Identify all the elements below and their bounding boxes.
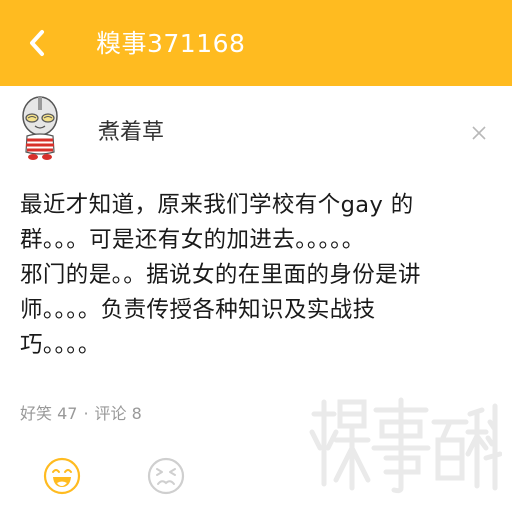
frowning-face-icon [147,457,185,495]
stats-separator: · [83,404,89,423]
watermark-logo [306,392,503,496]
top-bar: 糗事371168 [0,0,512,86]
post-content: 最近才知道，原来我们学校有个gay 的 群。。。可是还有女的加进去。。。。。 邪… [20,192,421,358]
back-button[interactable] [20,26,54,60]
like-button[interactable] [42,456,82,496]
dislike-button[interactable] [146,456,186,496]
author-name[interactable]: 煮着草 [98,118,164,148]
ultraman-avatar-icon [22,96,58,160]
close-icon [472,126,486,140]
back-chevron-icon [30,30,44,56]
laughing-face-icon [43,457,81,495]
watermark-logo-image [309,397,503,494]
post-stats: 好笑 47 · 评论 8 [20,402,142,426]
post-header [0,86,512,176]
funny-count: 好笑 47 [20,404,78,423]
avatar[interactable] [18,94,62,166]
close-button[interactable] [468,122,490,144]
comment-count[interactable]: 评论 8 [95,402,142,426]
page-title: 糗事371168 [96,29,246,58]
